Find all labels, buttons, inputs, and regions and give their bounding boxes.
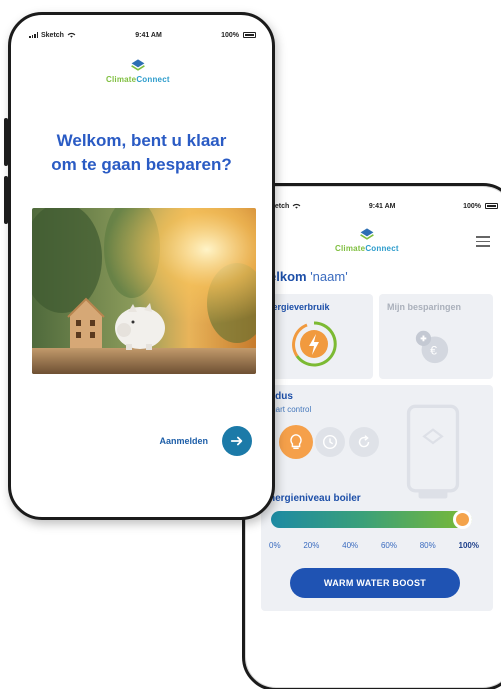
refresh-icon bbox=[358, 435, 370, 448]
euro-coin-icon: € bbox=[415, 330, 449, 364]
boiler-icon bbox=[406, 404, 460, 499]
status-carrier: Sketch bbox=[29, 32, 76, 39]
energy-usage-title: nergieverbruik bbox=[267, 302, 330, 312]
status-battery: 100% bbox=[463, 203, 498, 210]
power-button bbox=[4, 176, 8, 224]
greeting-name: 'naam' bbox=[310, 269, 348, 284]
brand-part2: Connect bbox=[365, 244, 399, 253]
mode-subtitle: mart control bbox=[269, 405, 312, 414]
dashboard-phone: ketch 9:41 AM 100% ClimateConnect elkom … bbox=[242, 183, 501, 689]
hero-image bbox=[32, 208, 256, 374]
status-bar: Sketch 9:41 AM 100% bbox=[11, 15, 272, 55]
boiler-level-tick: 0% bbox=[269, 541, 281, 550]
warm-water-boost-button[interactable]: WARM WATER BOOST bbox=[290, 568, 460, 598]
welcome-phone: Sketch 9:41 AM 100% ClimateConnect Welko… bbox=[8, 12, 275, 520]
greeting: elkom 'naam' bbox=[269, 269, 348, 284]
boiler-level-tick: 80% bbox=[419, 541, 436, 550]
status-time: 9:41 AM bbox=[135, 31, 162, 39]
clock-icon bbox=[322, 434, 338, 450]
brand-logo: ClimateConnect bbox=[106, 57, 170, 84]
energy-usage-card[interactable]: nergieverbruik bbox=[261, 294, 373, 379]
boiler-level-tick: 40% bbox=[342, 541, 359, 550]
status-battery: 100% bbox=[221, 32, 256, 39]
boiler-level-ticks: 0% 20% 40% 60% 80% 100% bbox=[269, 541, 479, 550]
wifi-icon bbox=[67, 32, 76, 38]
house-and-piggy-bank-image bbox=[32, 208, 256, 374]
brand-part1: Climate bbox=[335, 244, 366, 253]
boiler-level-tick: 20% bbox=[303, 541, 320, 550]
battery-label: 100% bbox=[463, 202, 481, 210]
climateconnect-logo-icon bbox=[360, 228, 374, 240]
climateconnect-logo-icon bbox=[131, 59, 145, 71]
arrow-right-icon bbox=[230, 436, 243, 446]
boiler-level-knob[interactable] bbox=[453, 510, 472, 529]
status-carrier: ketch bbox=[271, 203, 301, 210]
brand-part2: Connect bbox=[136, 75, 170, 84]
wifi-icon bbox=[292, 203, 301, 209]
carrier-label: Sketch bbox=[41, 31, 64, 39]
welcome-title: Welkom, bent u klaar om te gaan besparen… bbox=[51, 131, 232, 174]
hamburger-menu-icon[interactable] bbox=[476, 236, 490, 250]
status-time: 9:41 AM bbox=[368, 202, 396, 210]
volume-button bbox=[4, 118, 8, 166]
login-link[interactable]: Aanmelden bbox=[159, 436, 208, 446]
signal-icon bbox=[29, 32, 38, 38]
login-row[interactable]: Aanmelden bbox=[159, 426, 252, 456]
mode-smart-button[interactable] bbox=[279, 425, 313, 459]
savings-title: Mijn besparingen bbox=[387, 302, 462, 312]
savings-card[interactable]: Mijn besparingen € bbox=[379, 294, 493, 379]
brand-name: ClimateConnect bbox=[335, 244, 399, 253]
battery-icon bbox=[243, 32, 256, 38]
brand-logo: ClimateConnect bbox=[335, 226, 399, 253]
status-bar: ketch 9:41 AM 100% bbox=[245, 186, 501, 226]
mode-timer-button[interactable] bbox=[315, 427, 345, 457]
boiler-level-bar bbox=[271, 510, 472, 529]
login-button[interactable] bbox=[222, 426, 252, 456]
lightbulb-icon bbox=[290, 434, 302, 450]
boiler-level-tick: 60% bbox=[380, 541, 397, 550]
svg-text:€: € bbox=[430, 344, 437, 358]
battery-label: 100% bbox=[221, 31, 239, 39]
mode-cycle-button[interactable] bbox=[349, 427, 379, 457]
lightning-gauge-icon bbox=[292, 321, 337, 367]
battery-icon bbox=[484, 203, 498, 209]
boiler-level-tick: 100% bbox=[458, 541, 479, 550]
boiler-level-title: nergieniveau boiler bbox=[269, 493, 361, 504]
brand-part1: Climate bbox=[106, 75, 137, 84]
brand-name: ClimateConnect bbox=[106, 75, 170, 84]
